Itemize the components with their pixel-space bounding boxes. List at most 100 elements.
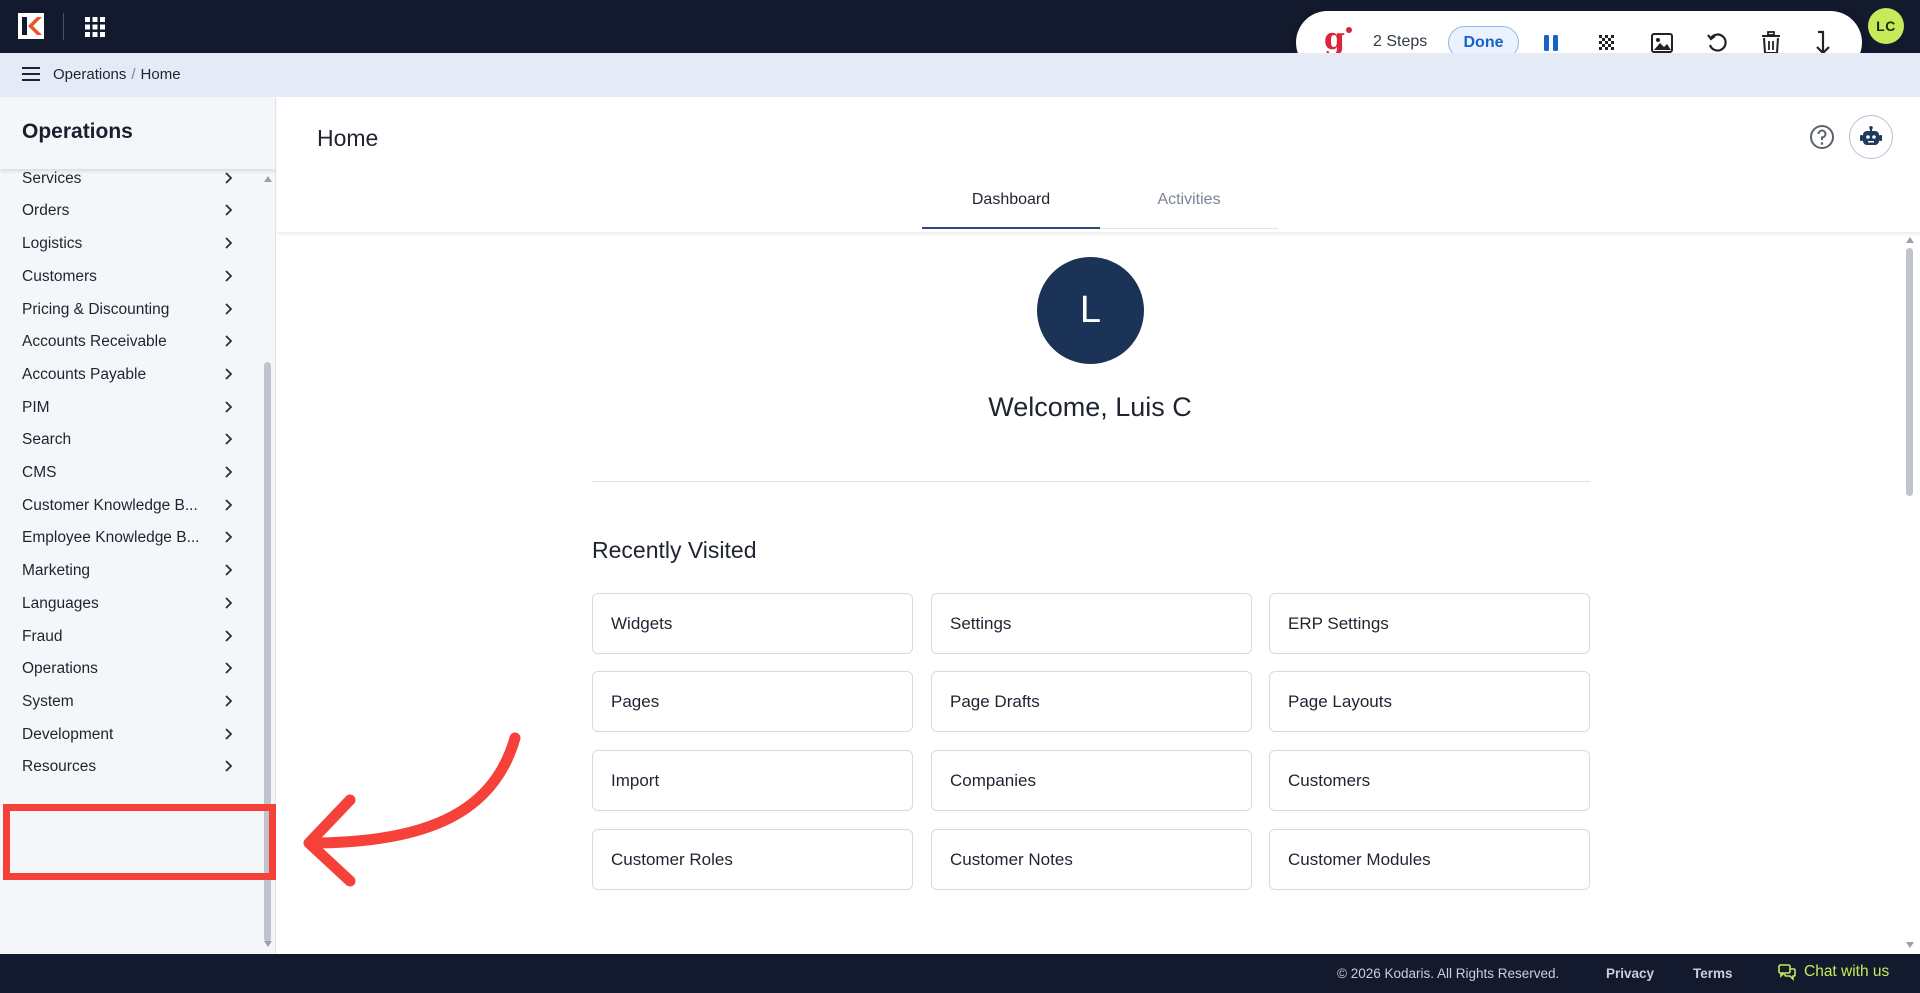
chat-label: Chat with us (1804, 963, 1890, 980)
assistant-bot-button[interactable] (1849, 115, 1893, 159)
privacy-link[interactable]: Privacy (1606, 966, 1654, 981)
pause-icon (1544, 35, 1558, 51)
sidebar-item-label: Logistics (22, 235, 83, 253)
recent-card-import[interactable]: Import (592, 750, 913, 811)
main-scroll-up-icon[interactable] (1905, 236, 1915, 244)
recent-card-customers[interactable]: Customers (1269, 750, 1590, 811)
chevron-right-icon (225, 466, 233, 478)
tab-activities-label: Activities (1157, 191, 1221, 208)
recent-card-label: Widgets (611, 614, 673, 633)
chat-icon (1778, 963, 1796, 981)
chevron-right-icon (225, 433, 233, 445)
sidebar-item-label: Fraud (22, 627, 63, 645)
recent-card-label: Customer Notes (950, 850, 1073, 869)
tab-dashboard[interactable]: Dashboard (922, 180, 1100, 229)
sidebar-item-label: Services (22, 169, 82, 187)
chevron-right-icon (225, 662, 233, 674)
sidebar-item-label: Customers (22, 267, 97, 285)
chevron-right-icon (225, 204, 233, 217)
recent-card-widgets[interactable]: Widgets (592, 593, 913, 654)
chat-with-us-button[interactable]: Chat with us (1778, 963, 1889, 981)
content-divider (592, 481, 1590, 482)
recent-card-label: ERP Settings (1288, 614, 1389, 633)
sidebar-item-label: Operations (22, 660, 98, 678)
chevron-right-icon (225, 499, 233, 511)
recent-card-label: Page Layouts (1288, 692, 1392, 711)
recorder-logo: g (1324, 22, 1352, 57)
recent-card-label: Pages (611, 692, 660, 711)
sidebar-item-label: CMS (22, 464, 57, 481)
sidebar-item-label: PIM (22, 398, 50, 416)
main-scrollbar[interactable] (1906, 248, 1913, 496)
copyright-text: © 2026 Kodaris. All Rights Reserved. (1337, 966, 1560, 981)
kodaris-logo-icon[interactable] (18, 13, 44, 39)
sidebar-item-resources[interactable]: Resources (0, 748, 256, 786)
undo-icon (1707, 33, 1727, 52)
sidebar-item-label: Pricing & Discounting (22, 300, 170, 318)
apps-grid-icon[interactable] (84, 16, 106, 38)
sidebar-scroll-down-icon[interactable] (263, 940, 273, 948)
recent-card-customer-roles[interactable]: Customer Roles (592, 829, 913, 890)
main-scroll-down-icon[interactable] (1905, 941, 1915, 949)
recent-card-label: Import (611, 771, 660, 790)
chevron-right-icon (225, 629, 233, 642)
menu-icon[interactable] (22, 66, 40, 82)
sidebar-title: Operations (22, 120, 133, 143)
sidebar-item-label: System (22, 692, 74, 710)
help-icon[interactable] (1809, 124, 1835, 150)
recent-card-page-drafts[interactable]: Page Drafts (931, 671, 1252, 732)
sidebar-item-label: Marketing (22, 562, 91, 580)
chevron-right-icon (225, 597, 233, 609)
chevron-right-icon (225, 237, 233, 249)
chevron-right-icon (225, 727, 233, 740)
breadcrumb: Operations / Home (53, 66, 181, 83)
welcome-message: Welcome, Luis C (988, 392, 1192, 422)
sidebar-header: Operations (0, 97, 275, 169)
trash-icon (1762, 31, 1780, 54)
recent-card-customer-notes[interactable]: Customer Notes (931, 829, 1252, 890)
sidebar-item-label: Orders (22, 202, 70, 220)
recorder-steps-count: 2 Steps (1373, 33, 1428, 50)
user-avatar[interactable]: LC (1868, 8, 1904, 44)
chevron-right-icon (225, 368, 233, 380)
breadcrumb-item-operations[interactable]: Operations (53, 66, 126, 83)
blur-icon (1599, 35, 1614, 50)
sidebar-item-label: Customer Knowledge B... (22, 496, 198, 514)
chevron-right-icon (225, 172, 233, 184)
sidebar-item-label: Accounts Receivable (22, 333, 167, 351)
recent-card-label: Settings (950, 614, 1012, 633)
breadcrumb-bar: Operations / Home (0, 53, 1920, 97)
breadcrumb-item-home: Home (140, 66, 181, 83)
tab-activities[interactable]: Activities (1100, 180, 1278, 229)
chevron-right-icon (225, 302, 233, 315)
recent-card-label: Companies (950, 771, 1036, 790)
welcome-avatar: L (1037, 257, 1144, 364)
breadcrumb-separator: / (131, 66, 136, 83)
page-title: Home (317, 125, 379, 151)
recent-card-label: Page Drafts (950, 692, 1040, 711)
recently-visited-title: Recently Visited (592, 537, 757, 563)
recent-card-page-layouts[interactable]: Page Layouts (1269, 671, 1590, 732)
recent-card-customer-modules[interactable]: Customer Modules (1269, 829, 1590, 890)
annotation-highlight-box (3, 804, 276, 880)
recent-card-pages[interactable]: Pages (592, 671, 913, 732)
recent-card-erp-settings[interactable]: ERP Settings (1269, 593, 1590, 654)
chevron-right-icon (225, 270, 233, 282)
terms-link[interactable]: Terms (1693, 966, 1733, 981)
chevron-right-icon (225, 760, 233, 772)
recent-card-label: Customer Roles (611, 850, 733, 869)
sidebar-item-label: Languages (22, 594, 99, 612)
sidebar-item-label: Development (22, 725, 114, 743)
recent-card-companies[interactable]: Companies (931, 750, 1252, 811)
sidebar-scroll-up-icon[interactable] (263, 175, 273, 183)
chevron-right-icon (225, 335, 233, 347)
sidebar-item-label: Employee Knowledge B... (22, 529, 200, 547)
recent-card-settings[interactable]: Settings (931, 593, 1252, 654)
recent-card-label: Customers (1288, 771, 1371, 790)
image-icon (1651, 33, 1673, 53)
topbar-divider (63, 13, 64, 40)
chevron-right-icon (225, 400, 233, 413)
tab-dashboard-label: Dashboard (971, 191, 1051, 208)
sidebar-item-label: Accounts Payable (22, 365, 147, 383)
annotation-arrow-icon (303, 732, 521, 887)
